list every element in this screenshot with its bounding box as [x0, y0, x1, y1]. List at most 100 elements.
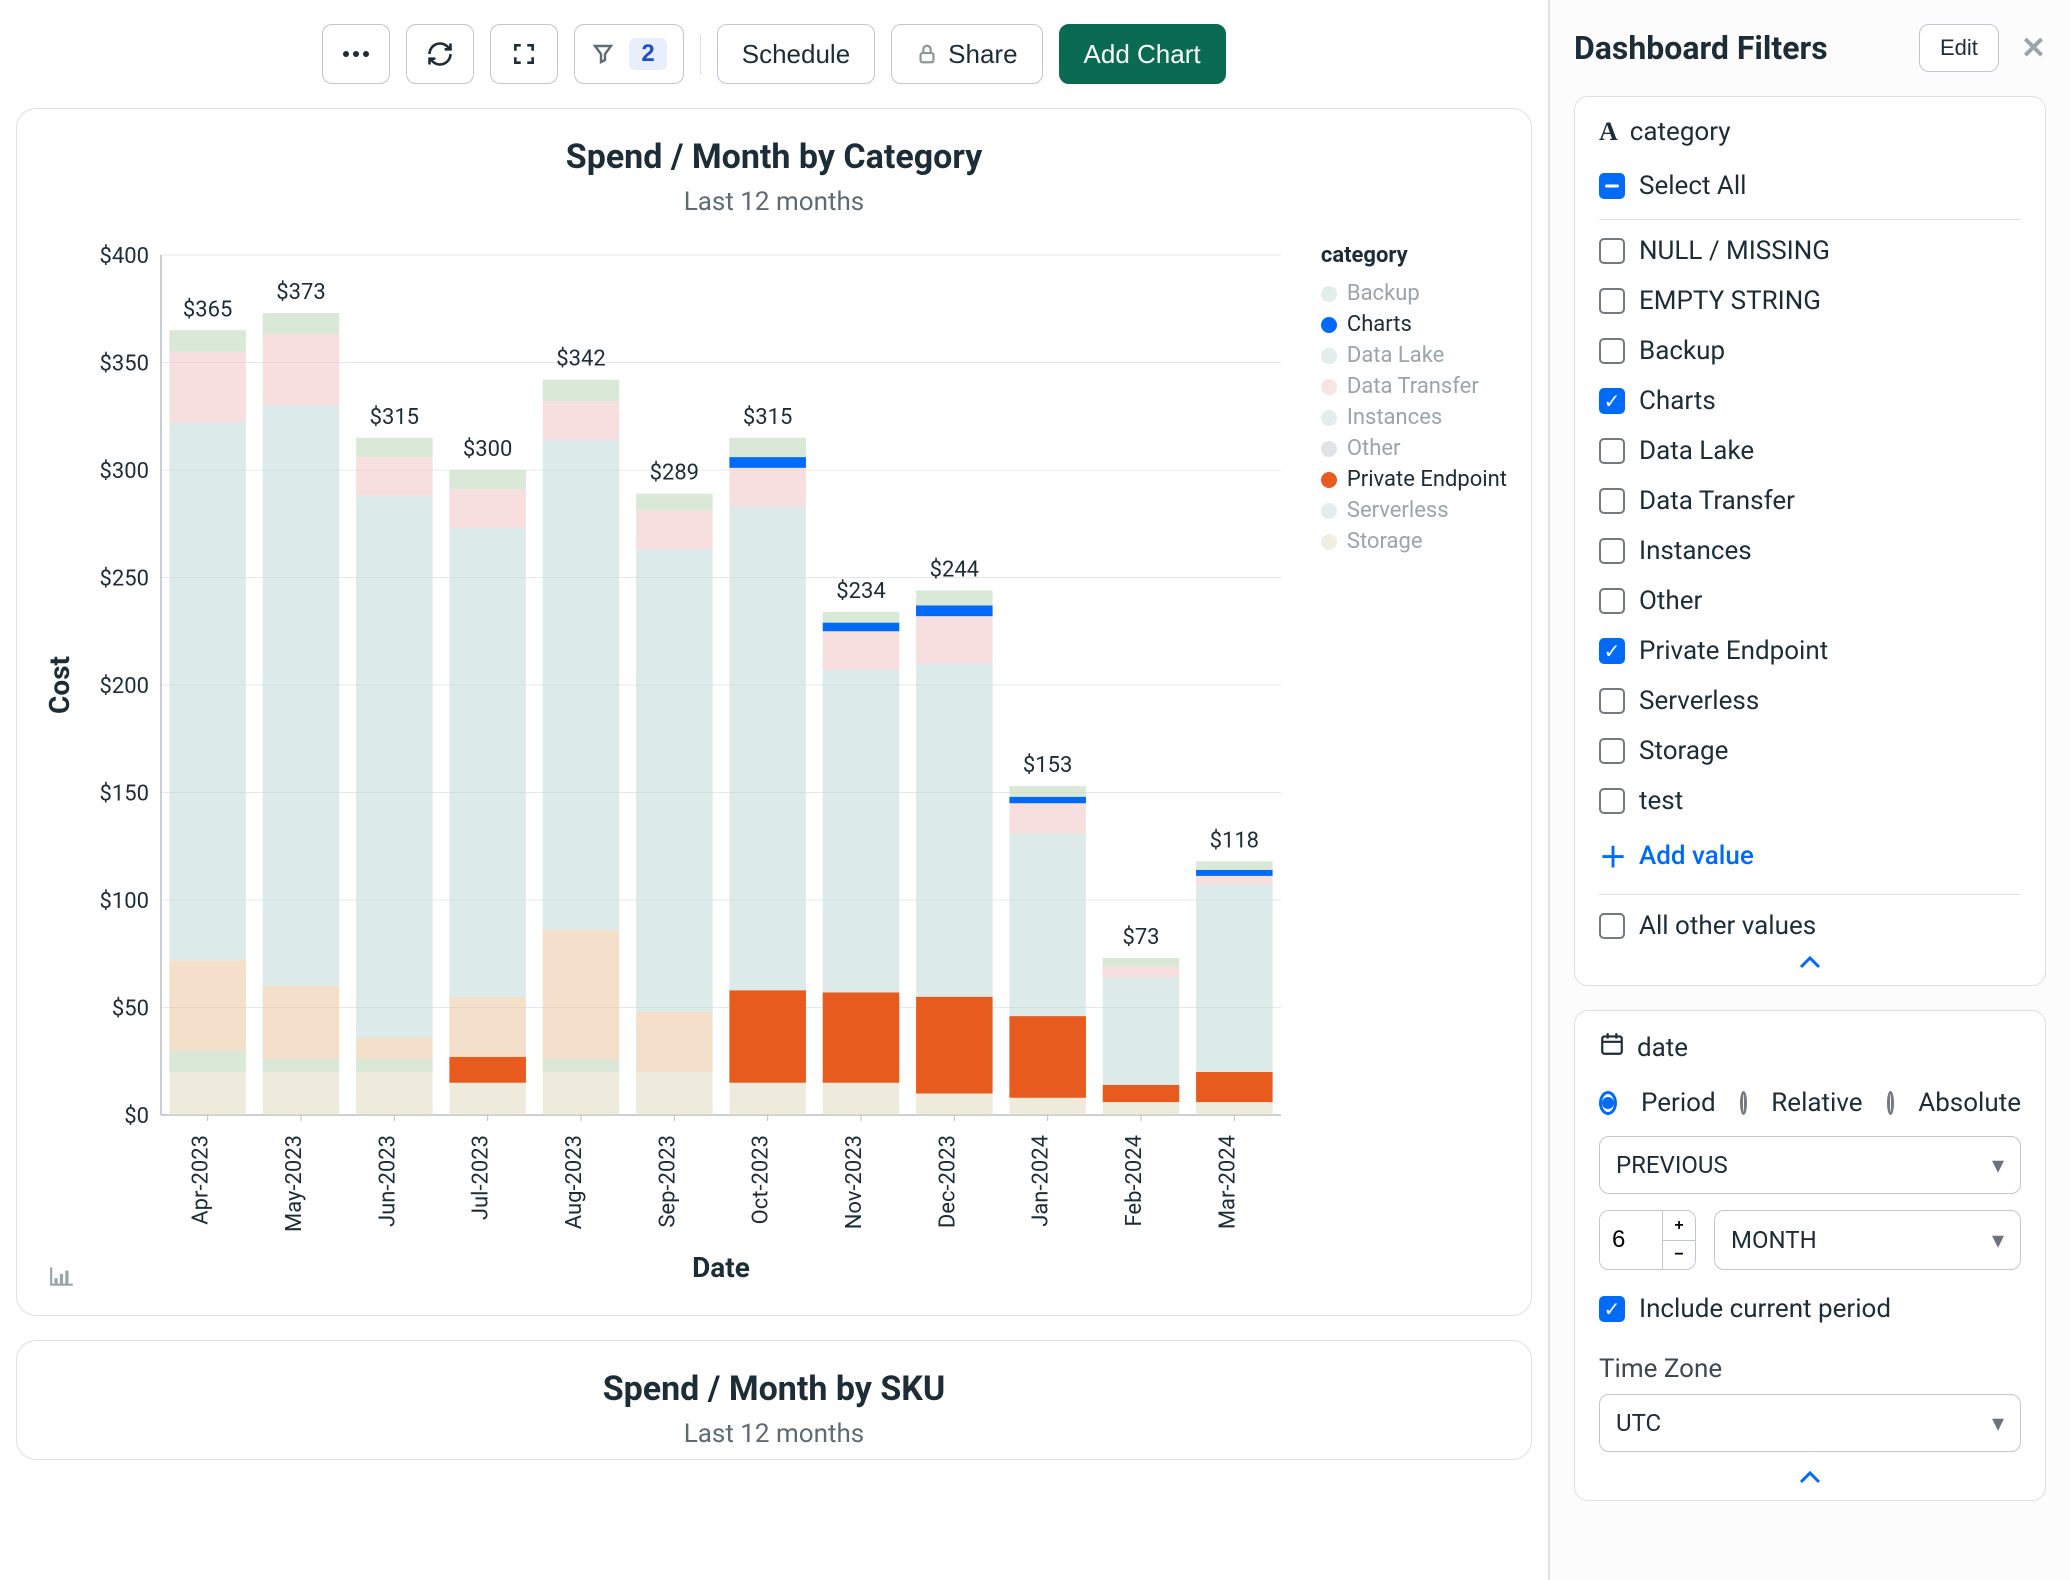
all-other-label: All other values: [1639, 911, 1816, 941]
legend-label: Storage: [1347, 529, 1423, 554]
svg-text:$250: $250: [100, 567, 149, 592]
legend-item[interactable]: Private Endpoint: [1321, 464, 1507, 495]
legend-item[interactable]: Storage: [1321, 526, 1507, 557]
more-button[interactable]: [322, 24, 390, 84]
filter-button[interactable]: 2: [574, 24, 683, 84]
refresh-button[interactable]: [406, 24, 474, 84]
legend-item[interactable]: Backup: [1321, 278, 1507, 309]
add-value-label: Add value: [1639, 841, 1754, 871]
legend-item[interactable]: Data Lake: [1321, 340, 1507, 371]
period-count-stepper[interactable]: + −: [1599, 1210, 1696, 1270]
filter-item-checkbox[interactable]: [1599, 588, 1625, 614]
svg-text:Jan-2024: Jan-2024: [1029, 1135, 1054, 1227]
period-count-input[interactable]: [1600, 1211, 1662, 1269]
legend-item[interactable]: Data Transfer: [1321, 371, 1507, 402]
filter-item: Serverless: [1599, 676, 2021, 726]
legend-label: Instances: [1347, 405, 1442, 430]
timezone-value: UTC: [1616, 1409, 1661, 1437]
legend-label: Backup: [1347, 281, 1420, 306]
filter-item-checkbox[interactable]: [1599, 438, 1625, 464]
filter-item-checkbox[interactable]: [1599, 238, 1625, 264]
include-current-label: Include current period: [1639, 1294, 1891, 1324]
previous-select-value: PREVIOUS: [1616, 1151, 1728, 1179]
add-value-button[interactable]: ＋ Add value: [1599, 826, 2021, 886]
filter-item-checkbox[interactable]: [1599, 788, 1625, 814]
filter-item: ✓Charts: [1599, 376, 2021, 426]
period-unit-select[interactable]: MONTH ▾: [1714, 1210, 2021, 1270]
radio-period[interactable]: [1599, 1091, 1617, 1115]
filter-item-checkbox[interactable]: [1599, 288, 1625, 314]
svg-text:$234: $234: [836, 579, 885, 604]
caret-down-icon: ▾: [1992, 1226, 2004, 1254]
svg-text:$0: $0: [124, 1104, 149, 1129]
svg-text:$342: $342: [556, 347, 605, 372]
filter-item: ✓ Private Endpoint: [1599, 626, 2021, 676]
svg-text:$315: $315: [743, 405, 792, 430]
close-icon[interactable]: ✕: [2021, 31, 2046, 66]
filter-item-label: Private Endpoint: [1639, 636, 1828, 666]
filter-date-label: date: [1637, 1033, 1688, 1063]
select-all-checkbox[interactable]: [1599, 173, 1625, 199]
svg-text:Mar-2024: Mar-2024: [1215, 1135, 1240, 1229]
svg-text:$373: $373: [276, 280, 325, 305]
filter-item: Instances: [1599, 526, 2021, 576]
previous-select[interactable]: PREVIOUS ▾: [1599, 1136, 2021, 1194]
radio-absolute[interactable]: [1887, 1091, 1895, 1115]
ellipsis-icon: [342, 50, 370, 58]
filter-item-checkbox[interactable]: ✓: [1599, 638, 1625, 664]
collapse-date-button[interactable]: [1599, 1466, 2021, 1484]
share-button[interactable]: Share: [891, 24, 1042, 84]
radio-relative[interactable]: [1740, 1091, 1748, 1115]
radio-relative-label: Relative: [1771, 1088, 1862, 1118]
chart-subtitle-sku: Last 12 months: [41, 1419, 1507, 1449]
chart-card-category: Spend / Month by Category Last 12 months…: [16, 108, 1532, 1316]
legend-item[interactable]: Other: [1321, 433, 1507, 464]
chart-type-icon[interactable]: [49, 1265, 75, 1291]
timezone-select[interactable]: UTC ▾: [1599, 1394, 2021, 1452]
filter-item: Data Lake: [1599, 426, 2021, 476]
chevron-up-icon: [1799, 955, 1821, 969]
filter-item-checkbox[interactable]: ✓: [1599, 388, 1625, 414]
legend-label: Data Transfer: [1347, 374, 1479, 399]
filter-item-label: Backup: [1639, 336, 1725, 366]
caret-down-icon: ▾: [1992, 1151, 2004, 1179]
legend-swatch: [1321, 348, 1337, 364]
svg-text:$315: $315: [370, 405, 419, 430]
filter-item-checkbox[interactable]: [1599, 488, 1625, 514]
radio-period-label: Period: [1641, 1088, 1716, 1118]
edit-filters-button[interactable]: Edit: [1919, 24, 1999, 72]
filter-item: Backup: [1599, 326, 2021, 376]
filter-item-checkbox[interactable]: [1599, 688, 1625, 714]
legend-swatch: [1321, 472, 1337, 488]
include-current-checkbox[interactable]: ✓: [1599, 1296, 1625, 1322]
filter-item-label: Serverless: [1639, 686, 1759, 716]
sidebar-title: Dashboard Filters: [1574, 29, 1828, 67]
stepper-plus[interactable]: +: [1663, 1211, 1695, 1240]
svg-text:Cost: Cost: [43, 656, 76, 714]
legend-item[interactable]: Instances: [1321, 402, 1507, 433]
fullscreen-button[interactable]: [490, 24, 558, 84]
filter-item-checkbox[interactable]: [1599, 538, 1625, 564]
calendar-icon: [1599, 1031, 1625, 1064]
svg-text:Nov-2023: Nov-2023: [842, 1135, 867, 1229]
filter-item-checkbox[interactable]: [1599, 738, 1625, 764]
all-other-checkbox[interactable]: [1599, 913, 1625, 939]
schedule-button[interactable]: Schedule: [717, 24, 875, 84]
svg-text:$365: $365: [183, 297, 232, 322]
filter-item-label: Other: [1639, 586, 1702, 616]
svg-text:$400: $400: [100, 244, 149, 269]
filter-item-label: Storage: [1639, 736, 1728, 766]
text-type-icon: A: [1599, 117, 1618, 147]
legend-swatch: [1321, 441, 1337, 457]
collapse-category-button[interactable]: [1599, 951, 2021, 969]
filter-item-checkbox[interactable]: [1599, 338, 1625, 364]
filter-item: Storage: [1599, 726, 2021, 776]
legend-item[interactable]: Charts: [1321, 309, 1507, 340]
legend-item[interactable]: Serverless: [1321, 495, 1507, 526]
add-chart-button[interactable]: Add Chart: [1059, 24, 1226, 84]
filter-item-label: Instances: [1639, 536, 1752, 566]
legend-swatch: [1321, 286, 1337, 302]
chart-subtitle: Last 12 months: [41, 187, 1507, 217]
stepper-minus[interactable]: −: [1663, 1240, 1695, 1269]
chart-legend: category BackupChartsData LakeData Trans…: [1321, 243, 1507, 557]
